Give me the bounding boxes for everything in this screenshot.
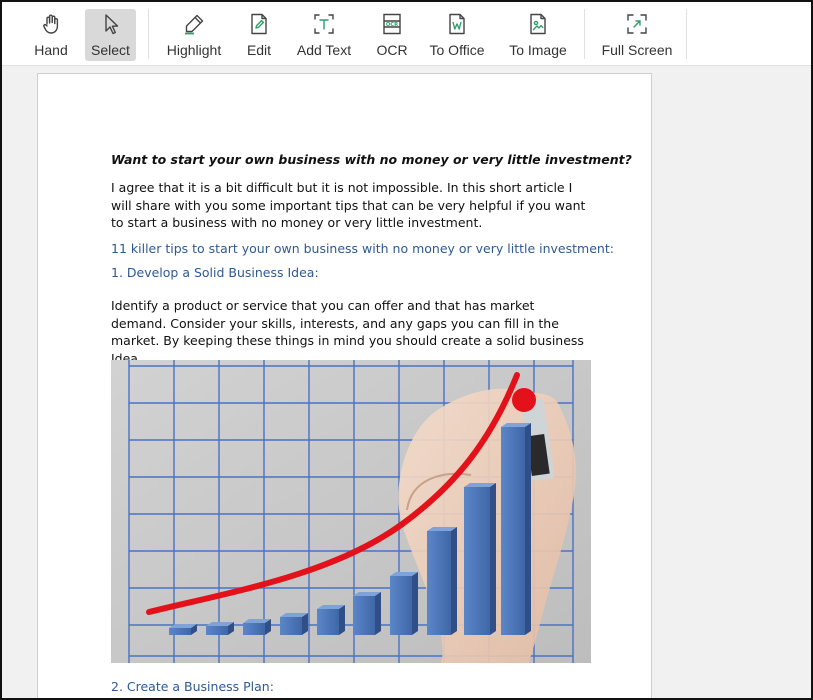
toolbar: Hand Select Highlight Edit Add Text OCR … — [2, 2, 811, 66]
ocr-icon: OCR — [383, 13, 401, 35]
hand-tool-button[interactable]: Hand — [32, 9, 70, 61]
section1-paragraph: Identify a product or service that you c… — [111, 298, 584, 366]
section1-heading: 1. Develop a Solid Business Idea: — [111, 265, 319, 280]
add-text-tool-label: Add Text — [296, 42, 352, 58]
cursor-icon — [104, 14, 118, 35]
to-image-tool-button[interactable]: To Image — [508, 9, 568, 61]
toolbar-divider — [686, 9, 687, 59]
to-office-tool-label: To Office — [429, 42, 485, 58]
highlight-tool-label: Highlight — [166, 42, 222, 58]
toolbar-divider — [148, 9, 149, 59]
edit-tool-label: Edit — [246, 42, 272, 58]
full-screen-tool-button[interactable]: Full Screen — [601, 9, 673, 61]
hand-tool-label: Hand — [34, 42, 68, 58]
hand-icon — [43, 14, 59, 34]
document-page[interactable]: Want to start your own business with no … — [37, 73, 652, 698]
fullscreen-icon — [627, 14, 647, 34]
image-convert-icon — [530, 13, 546, 35]
growth-chart-image — [111, 360, 591, 663]
app-window: Hand Select Highlight Edit Add Text OCR … — [0, 0, 813, 700]
growth-chart-illustration — [111, 360, 591, 663]
ocr-tool-label: OCR — [376, 42, 408, 58]
add-text-tool-button[interactable]: Add Text — [296, 9, 352, 61]
document-title: Want to start your own business with no … — [111, 152, 632, 167]
intro-paragraph: I agree that it is a bit difficult but i… — [111, 180, 586, 230]
select-tool-label: Select — [91, 42, 130, 58]
ocr-tool-button[interactable]: OCR OCR — [375, 9, 409, 61]
full-screen-tool-label: Full Screen — [601, 42, 673, 58]
tips-heading: 11 killer tips to start your own busines… — [111, 241, 614, 256]
svg-text:OCR: OCR — [386, 22, 398, 28]
word-document-icon — [449, 13, 465, 35]
section2-heading: 2. Create a Business Plan: — [111, 679, 274, 694]
select-tool-button[interactable]: Select — [85, 9, 136, 61]
to-image-tool-label: To Image — [509, 42, 567, 58]
edit-document-icon — [251, 13, 267, 35]
highlight-tool-button[interactable]: Highlight — [165, 9, 223, 61]
add-text-icon — [314, 14, 334, 34]
to-office-tool-button[interactable]: To Office — [428, 9, 486, 61]
document-workspace[interactable]: Want to start your own business with no … — [2, 66, 811, 698]
edit-tool-button[interactable]: Edit — [241, 9, 277, 61]
highlighter-icon — [185, 14, 204, 35]
toolbar-divider — [584, 9, 585, 59]
